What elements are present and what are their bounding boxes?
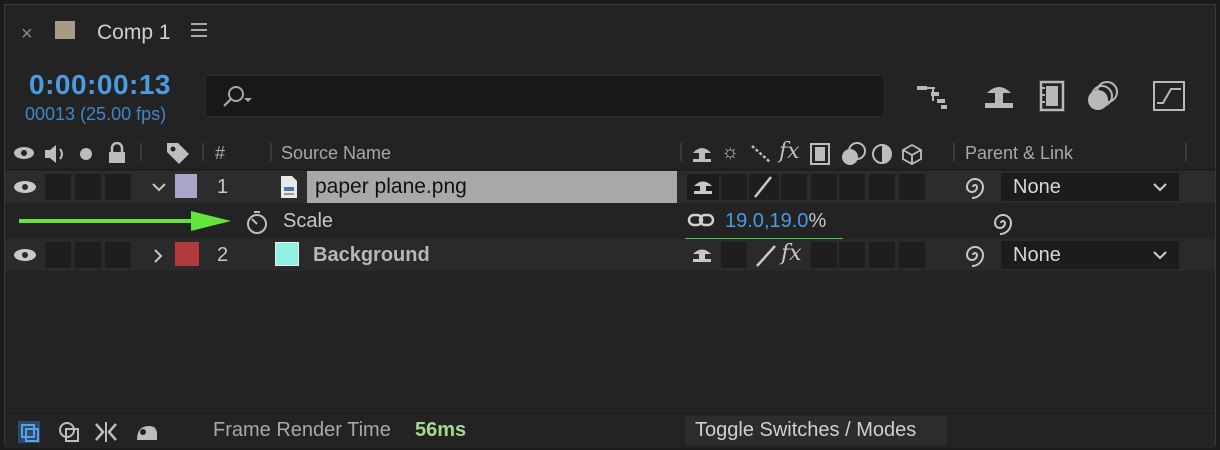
audio-switch[interactable] [45,174,71,200]
3d-switch[interactable] [899,242,925,268]
frame-blend-switch[interactable] [811,174,837,200]
draft-3d-icon[interactable] [981,79,1017,113]
tab-bar: × Comp 1 [5,5,1215,59]
render-time-pane-icon[interactable] [133,420,161,444]
motion-blur-switch[interactable] [839,242,865,268]
layer-number: 2 [217,244,229,266]
comp-color-swatch [55,21,75,39]
search-icon[interactable] [220,84,254,110]
motion-blur-icon[interactable] [1085,79,1121,113]
3d-layer-icon[interactable] [901,143,923,165]
frame-blend-switch[interactable] [811,242,837,268]
parent-dropdown-value: None [1013,244,1061,266]
scale-value[interactable]: 19.0,19.0% [725,210,826,233]
expression-pick-whip-icon[interactable] [991,211,1015,235]
annotation-arrow [19,211,231,231]
transfer-controls-pane-icon[interactable] [57,420,81,444]
frame-blend-switch-icon[interactable] [809,142,831,166]
effects-fx-icon[interactable]: fx [781,241,802,266]
close-tab-button[interactable]: × [21,23,33,46]
scale-unit: % [808,210,827,232]
layer-label-color[interactable] [175,174,197,198]
parent-dropdown[interactable]: None [1001,241,1179,269]
index-column-header: # [215,143,226,163]
search-input[interactable] [205,75,885,117]
label-tag-icon[interactable] [165,141,191,165]
chevron-down-icon [1153,183,1167,192]
current-time-display[interactable]: 0:00:00:13 [29,69,171,101]
shy-switch[interactable] [687,174,719,200]
effects-fx-icon[interactable]: fx [779,139,800,164]
panel-menu-icon[interactable] [191,23,207,37]
image-file-icon [281,176,297,198]
solo-icon[interactable] [79,147,93,161]
frame-render-time-value: 56ms [415,419,467,441]
audio-icon[interactable] [43,143,69,165]
constrain-proportions-link-icon[interactable] [687,211,715,229]
quality-slash-icon[interactable] [753,243,779,269]
layer-row[interactable]: 2 Background fx None [5,239,1215,271]
frame-blending-icon[interactable] [1035,79,1071,113]
video-visibility-icon[interactable] [13,145,35,161]
toggle-switches-modes-button[interactable]: Toggle Switches / Modes [685,416,947,446]
audio-switch[interactable] [45,242,71,268]
visibility-eye-icon[interactable] [13,248,37,262]
column-headers: # Source Name ☼ fx Parent & Link [5,137,1215,170]
visibility-eye-icon[interactable] [13,180,37,194]
shy-icon[interactable] [690,143,714,165]
source-name-column-header[interactable]: Source Name [281,143,391,164]
adjustment-layer-icon[interactable] [871,143,893,165]
layer-label-color[interactable] [175,242,199,266]
adjustment-switch[interactable] [869,242,895,268]
toggle-switches-modes-label: Toggle Switches / Modes [695,419,917,441]
motion-blur-switch-icon[interactable] [839,141,867,167]
scale-y-value[interactable]: 19.0 [770,210,809,232]
collapse-transform-icon[interactable]: ☼ [721,141,739,164]
layer-row[interactable]: 1 paper plane.png None [5,171,1215,203]
timeline-panel: × Comp 1 0:00:00:13 00013 (25.00 fps) # … [4,4,1216,448]
parent-link-column-header[interactable]: Parent & Link [965,143,1073,164]
chevron-right-icon[interactable] [151,248,165,264]
chevron-down-icon [1153,251,1167,260]
layer-name: paper plane.png [315,175,467,198]
pick-whip-icon[interactable] [963,243,987,267]
property-name: Scale [283,210,334,232]
composition-flowchart-icon[interactable] [915,79,951,113]
solo-switch[interactable] [75,174,101,200]
layer-name-field[interactable]: paper plane.png [307,171,677,203]
quality-slash-icon [754,176,772,198]
stopwatch-icon[interactable] [245,209,269,235]
pick-whip-icon[interactable] [963,175,987,199]
frame-render-time-label: Frame Render Time [213,419,391,441]
chevron-down-icon[interactable] [151,180,167,194]
lock-switch[interactable] [105,242,131,268]
quality-icon[interactable] [749,143,773,165]
parent-dropdown[interactable]: None [1001,173,1179,201]
effects-switch[interactable] [781,174,807,200]
tab-title[interactable]: Comp 1 [97,21,171,45]
scale-x-value[interactable]: 19.0 [725,210,764,232]
timeline-footer: Frame Render Time 56ms Toggle Switches /… [5,413,1215,448]
layer-switches-pane-icon[interactable] [17,420,41,444]
frame-count-display: 00013 (25.00 fps) [25,104,167,124]
collapse-switch[interactable] [721,242,747,268]
shy-icon [694,181,712,194]
solo-switch[interactable] [75,242,101,268]
lock-switch[interactable] [105,174,131,200]
shy-icon[interactable] [690,245,714,265]
motion-blur-switch[interactable] [839,174,865,200]
in-out-pane-icon[interactable] [93,420,119,444]
lock-icon[interactable] [107,142,127,164]
3d-switch[interactable] [899,174,925,200]
layer-number: 1 [217,176,229,198]
scale-property-row[interactable]: Scale 19.0,19.0% [5,205,1215,242]
quality-switch[interactable] [749,174,779,200]
collapse-switch[interactable] [721,174,747,200]
solid-color-swatch [275,242,299,266]
parent-dropdown-value: None [1013,176,1061,198]
graph-editor-icon[interactable] [1151,79,1187,113]
layer-name[interactable]: Background [313,244,430,267]
adjustment-switch[interactable] [869,174,895,200]
